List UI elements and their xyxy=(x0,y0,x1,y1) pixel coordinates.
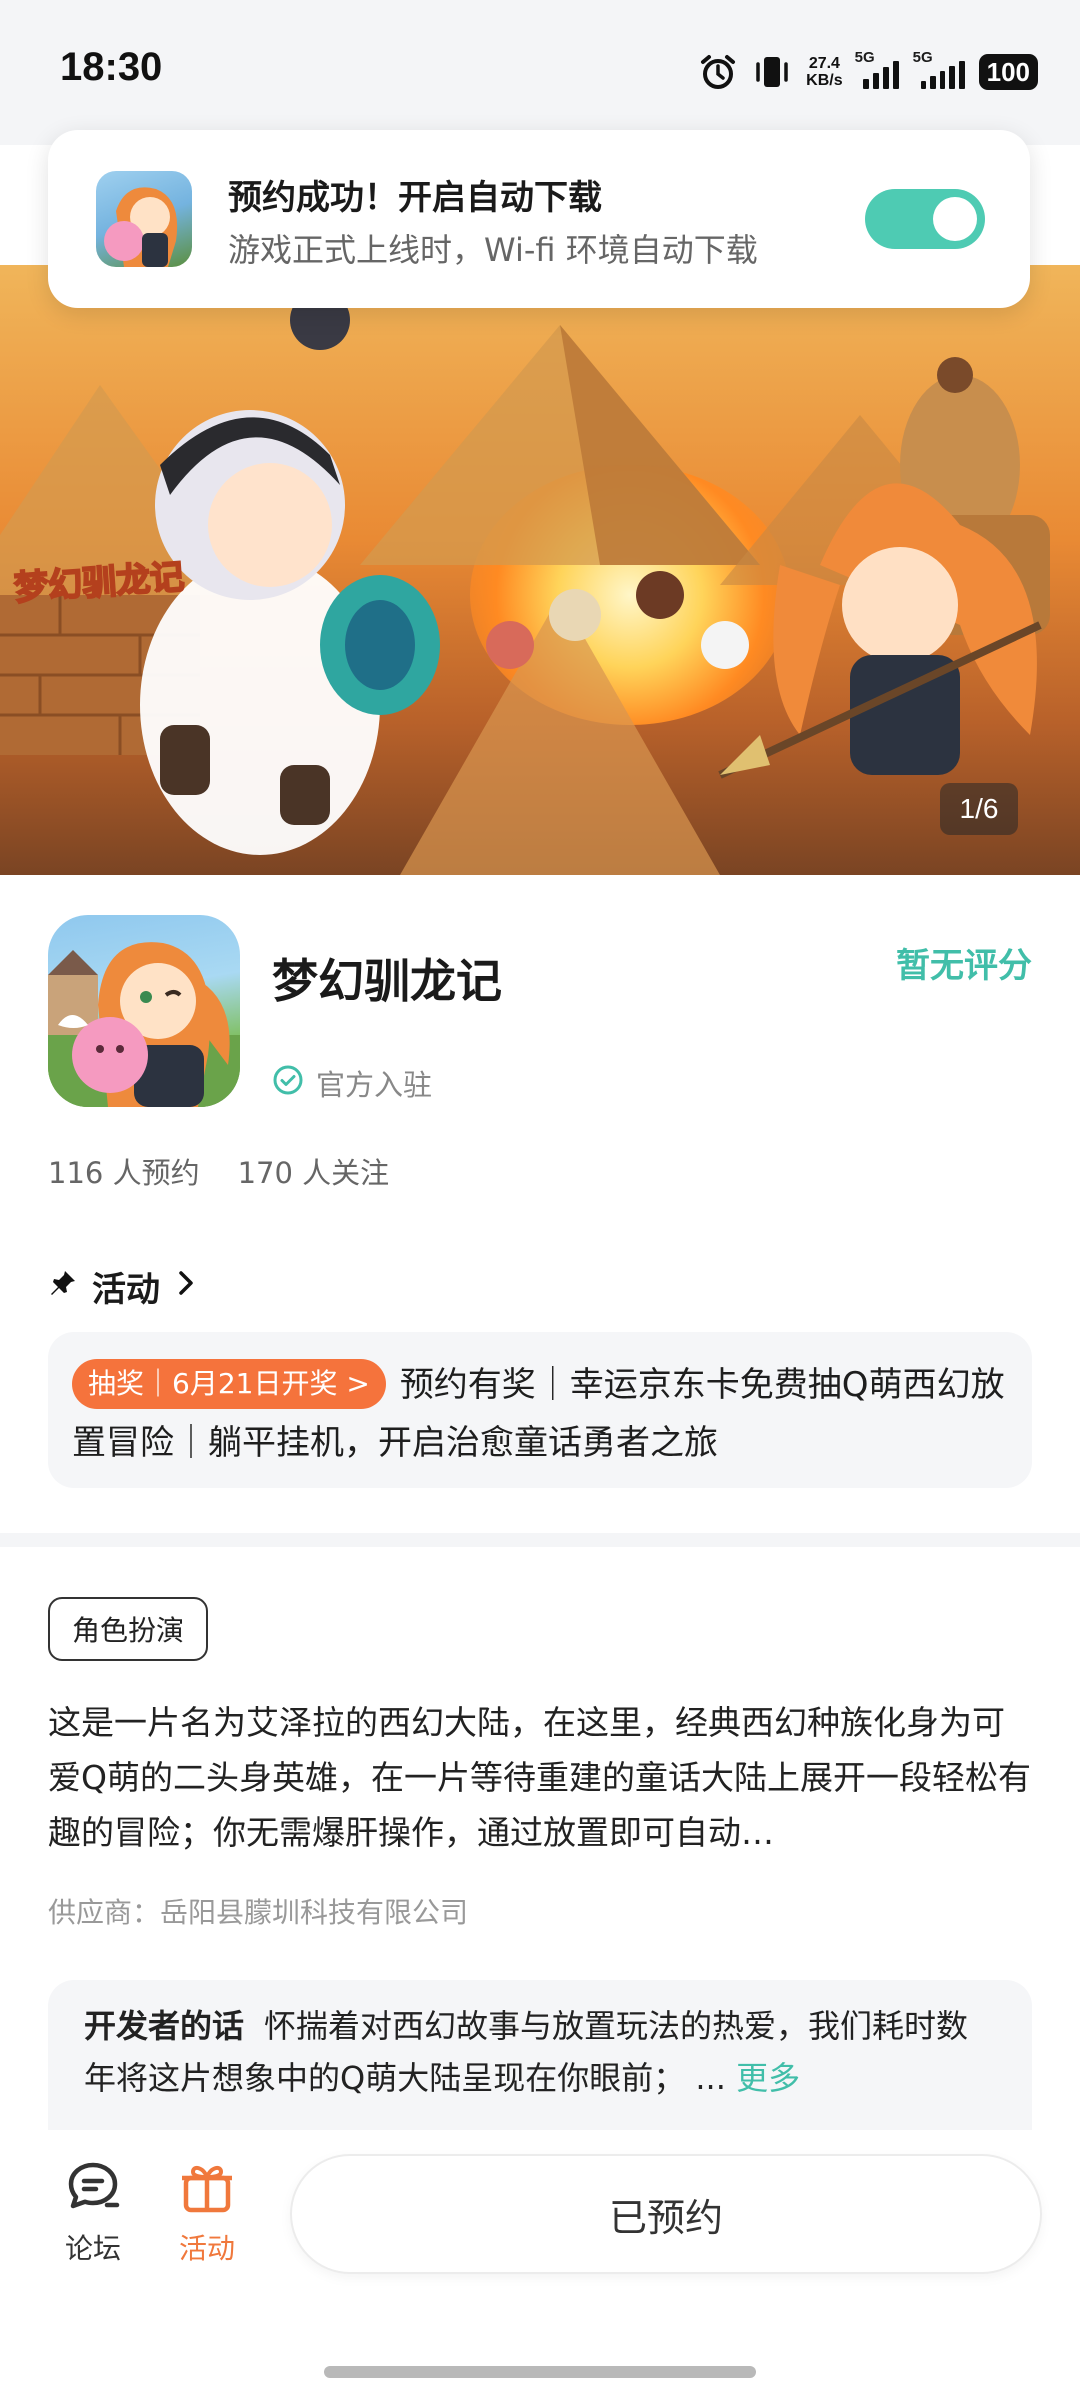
signal-5g-1-icon: 5G xyxy=(855,49,901,89)
alarm-icon xyxy=(698,52,738,92)
signal-5g-2-icon: 5G xyxy=(913,49,965,89)
signal-label: 5G xyxy=(912,49,933,66)
app-stats: 116 人预约 170 人关注 xyxy=(48,1150,389,1192)
signal-label: 5G xyxy=(854,49,875,66)
follower-count: 170 人关注 xyxy=(237,1156,390,1190)
activity-card[interactable]: 抽奖｜6月21日开奖 > 预约有奖｜幸运京东卡免费抽Q萌西幻放置冒险｜躺平挂机，开… xyxy=(48,1332,1032,1488)
vibrate-icon xyxy=(752,52,792,92)
check-circle-icon xyxy=(272,1064,304,1103)
auto-download-toggle[interactable] xyxy=(865,189,985,249)
activity-tab-label: 活动 xyxy=(178,2232,235,2265)
toast-title: 预约成功！开启自动下载 xyxy=(228,178,602,218)
activity-section-header[interactable]: 活动 xyxy=(48,1262,198,1311)
official-badge: 官方入驻 xyxy=(272,1062,432,1104)
reserved-button[interactable]: 已预约 xyxy=(292,2156,1040,2272)
app-name: 梦幻驯龙记 xyxy=(272,954,502,1008)
developer-note-label: 开发者的话 xyxy=(84,2007,245,2045)
app-icon xyxy=(48,915,240,1107)
toggle-knob xyxy=(933,197,977,241)
reservation-toast: 预约成功！开启自动下载 游戏正式上线时，Wi-fi 环境自动下载 xyxy=(48,130,1030,308)
developer-note-card[interactable]: 开发者的话 怀揣着对西幻故事与放置玩法的热爱，我们耗时数年将这片想象中的Q萌大陆呈… xyxy=(48,1980,1032,2130)
forum-icon xyxy=(63,2158,123,2221)
net-speed-unit: KB/s xyxy=(806,72,843,89)
chevron-right-icon xyxy=(174,1267,198,1307)
supplier-info: 供应商：岳阳县朦圳科技有限公司 xyxy=(48,1896,469,1929)
image-page-counter: 1/6 xyxy=(940,783,1018,835)
hero-banner[interactable]: 梦幻驯龙记 xyxy=(0,265,1080,875)
status-icons: 27.4 KB/s 5G 5G 100 xyxy=(698,49,1038,94)
activity-heading: 活动 xyxy=(92,1270,160,1310)
more-link[interactable]: 更多 xyxy=(736,2059,800,2097)
section-divider xyxy=(0,1533,1080,1547)
forum-label: 论坛 xyxy=(64,2232,121,2265)
net-speed: 27.4 KB/s xyxy=(806,55,842,89)
gift-icon xyxy=(177,2158,237,2221)
genre-tag[interactable]: 角色扮演 xyxy=(48,1597,209,1661)
lottery-tag[interactable]: 抽奖｜6月21日开奖 > xyxy=(72,1359,386,1409)
game-description[interactable]: 这是一片名为艾泽拉的西幻大陆，在这里，经典西幻种族化身为可爱Q萌的二头身英雄，在… xyxy=(48,1695,1032,1860)
official-label: 官方入驻 xyxy=(316,1068,433,1102)
pin-icon xyxy=(48,1267,78,1307)
home-indicator[interactable] xyxy=(324,2366,756,2378)
reservation-count: 116 人预约 xyxy=(48,1156,200,1190)
developer-note-ellipsis: ... xyxy=(695,2059,726,2097)
toast-app-thumbnail xyxy=(96,171,192,267)
rating-label: 暂无评分 xyxy=(896,946,1032,986)
toast-subtitle: 游戏正式上线时，Wi-fi 环境自动下载 xyxy=(228,231,758,269)
tab-activity[interactable]: 活动 xyxy=(162,2158,252,2267)
status-time: 18:30 xyxy=(60,45,163,89)
tab-forum[interactable]: 论坛 xyxy=(48,2158,138,2267)
net-speed-value: 27.4 xyxy=(808,55,840,72)
battery-indicator: 100 xyxy=(978,54,1038,90)
status-bar: 18:30 27.4 KB/s 5G 5G 100 xyxy=(0,0,1080,145)
